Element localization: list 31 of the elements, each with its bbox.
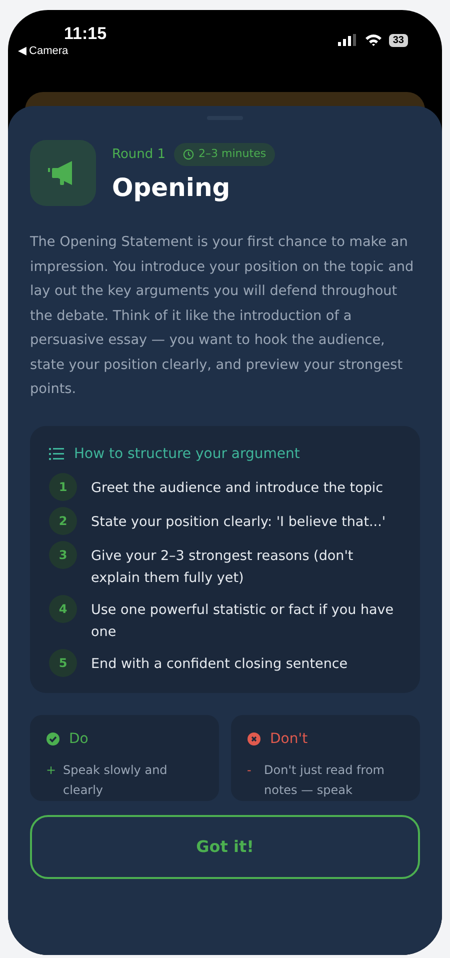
step-number: 4 [49,594,77,622]
step-text: Use one powerful statistic or fact if you have one [91,600,395,642]
step-number: 3 [49,540,77,568]
check-circle-icon [46,732,60,746]
wifi-icon [364,34,382,46]
section-title: How to structure your argument [74,444,300,464]
clock-icon [182,148,194,160]
step-text: State your position clearly: 'I believe that...' [91,512,386,532]
list-icon [49,448,64,460]
tip-title: Do [69,730,88,748]
step-text: End with a confident closing sentence [91,654,348,674]
tip-text: Speak slowly and clearly [63,762,168,798]
description-text: The Opening Statement is your first chance to make an impression. You introduce your position on the topic and lay out the key arguments you will defend throughout the debate. Think of it like the introduction of a persuasive essay — you want to hook the audience, state your position clearly, and preview your strongest points. [30,233,415,399]
round-title: Opening [112,172,232,204]
battery-level: 33 [388,34,408,46]
signal-icon [338,34,358,46]
step-text: Greet the audience and introduce the topic [91,478,384,498]
status-time: 11:15 [64,24,107,44]
tip-marker: - [247,762,252,778]
step-number: 5 [49,648,77,676]
x-circle-icon [247,732,261,746]
duration-badge: 2–3 minutes [174,143,276,166]
back-link[interactable]: ◀ Camera [18,44,68,58]
tip-text: Don't just read from notes — speak [264,762,386,798]
tip-marker: + [46,762,54,778]
step-text: Give your 2–3 strongest reasons (don't explain them fully yet) [91,546,354,588]
step-number: 1 [49,472,77,500]
tip-title: Don't [270,730,308,748]
step-number: 2 [49,506,77,534]
got-it-button[interactable]: Got it! [30,814,420,878]
round-label: Round 1 [112,146,166,164]
